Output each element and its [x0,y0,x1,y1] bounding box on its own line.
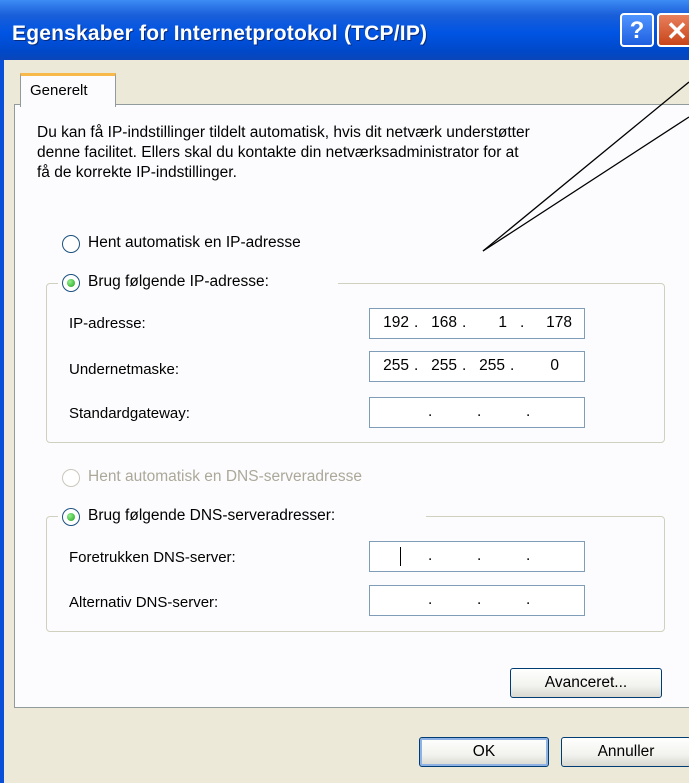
callout-line [482,116,689,252]
callout-line [482,81,689,252]
tab-label: Generelt [30,82,88,99]
callout-lines [482,81,689,252]
tab-general[interactable]: Generelt [20,73,116,107]
